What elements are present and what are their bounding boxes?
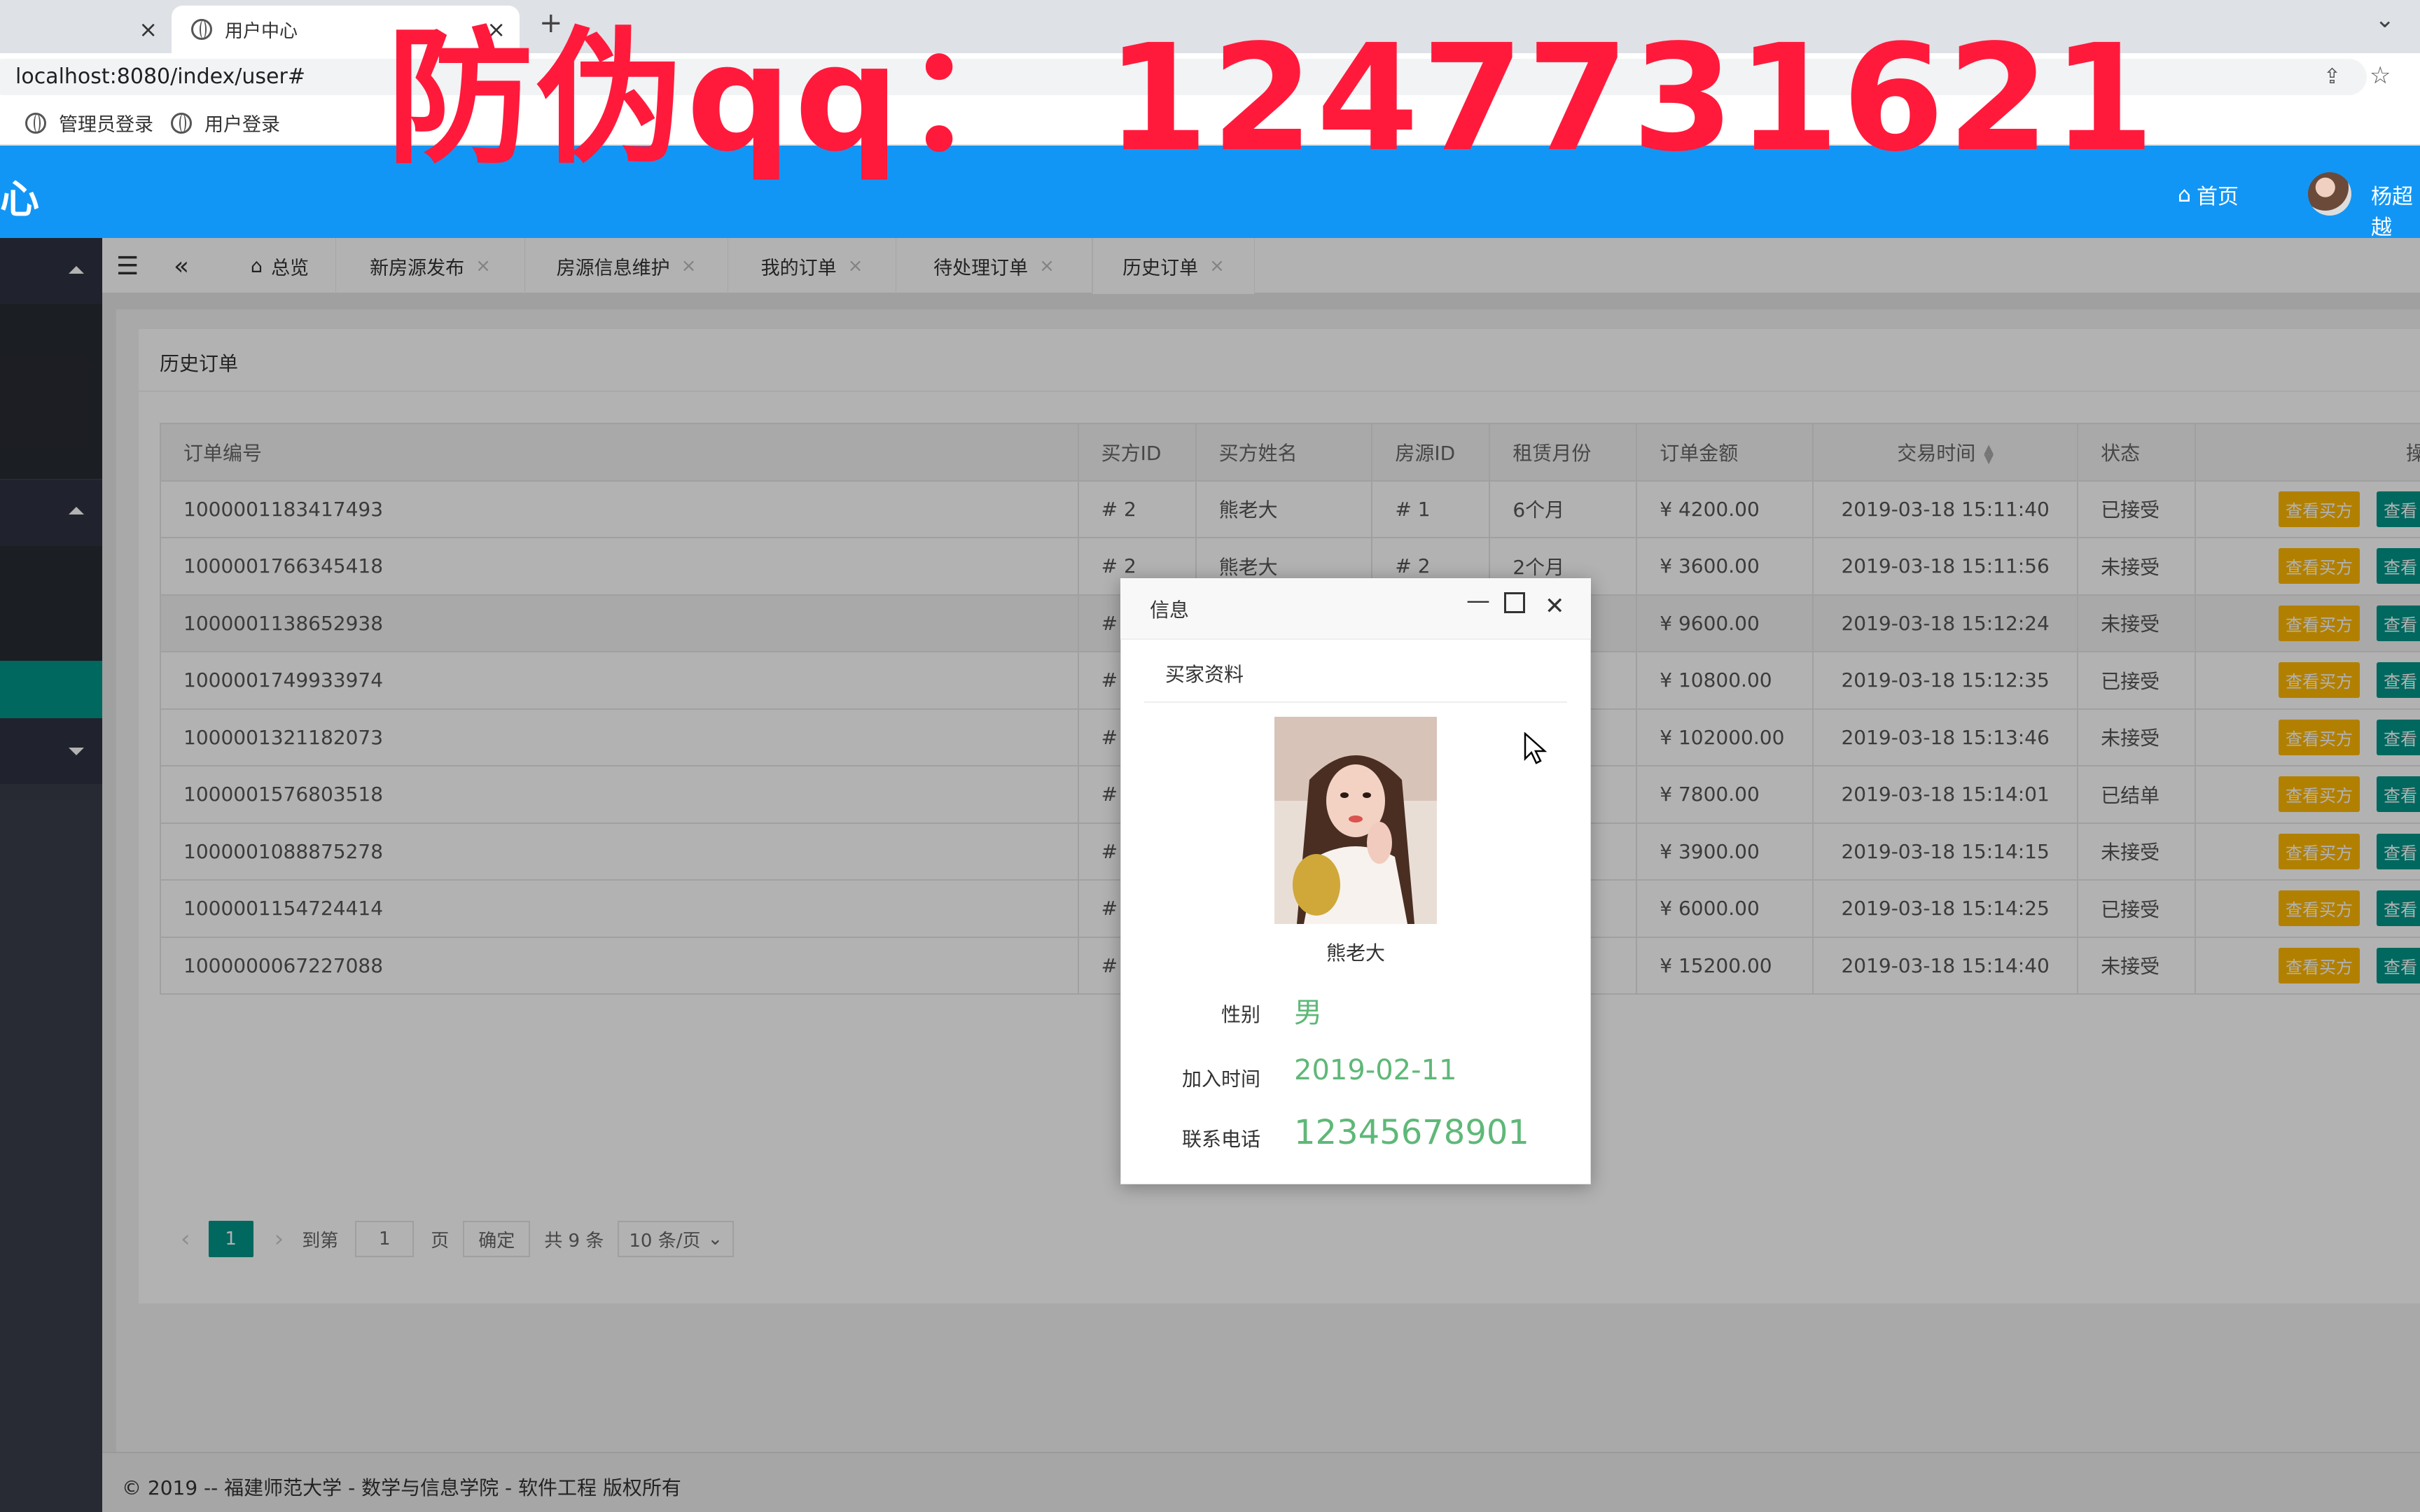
browser-tab-previous[interactable]: × <box>0 6 172 53</box>
bookmark-label: 管理员登录 <box>59 114 153 136</box>
minimize-icon[interactable]: — <box>1466 587 1490 615</box>
join-date-label: 加入时间 <box>1181 1068 1260 1091</box>
buyer-photo <box>1274 717 1437 924</box>
gender-value: 男 <box>1294 997 1322 1029</box>
bookmark-admin-login[interactable]: 管理员登录 <box>25 109 153 136</box>
browser-tab-label: 用户中心 <box>225 20 298 42</box>
chevron-down-icon[interactable]: ⌄ <box>2375 6 2395 34</box>
gender-label: 性别 <box>1221 1003 1260 1026</box>
maximize-icon[interactable] <box>1504 592 1525 613</box>
buyer-name: 熊老大 <box>1326 941 1385 965</box>
dialog-section-title: 买家资料 <box>1165 663 1244 686</box>
close-icon[interactable]: ✕ <box>1545 592 1565 620</box>
phone-label: 联系电话 <box>1181 1128 1260 1151</box>
close-tab-icon[interactable]: × <box>139 16 158 43</box>
globe-icon <box>191 19 212 40</box>
globe-icon <box>25 112 46 134</box>
globe-icon <box>171 112 192 134</box>
divider <box>1144 701 1567 703</box>
bookmark-user-login[interactable]: 用户登录 <box>171 109 280 136</box>
nav-home-label: 首页 <box>2197 185 2239 209</box>
home-icon: ⌂ <box>2178 182 2192 207</box>
star-icon[interactable]: ☆ <box>2370 62 2391 90</box>
share-icon[interactable]: ⇪ <box>2323 64 2341 89</box>
user-name[interactable]: 杨超越 <box>2371 179 2420 241</box>
avatar[interactable] <box>2308 172 2351 216</box>
app-logo: 心 <box>0 177 39 223</box>
url-text[interactable]: localhost:8080/index/user# <box>15 63 305 91</box>
watermark-text: 防伪qq： 1247731621 <box>387 13 2157 184</box>
join-date-value: 2019-02-11 <box>1294 1054 1457 1086</box>
mouse-cursor-icon <box>1524 732 1548 769</box>
dialog-title: 信息 <box>1150 598 1190 622</box>
bookmark-label: 用户登录 <box>204 114 280 136</box>
nav-home-link[interactable]: ⌂ 首页 <box>2178 179 2239 210</box>
phone-value: 12345678901 <box>1294 1113 1529 1152</box>
